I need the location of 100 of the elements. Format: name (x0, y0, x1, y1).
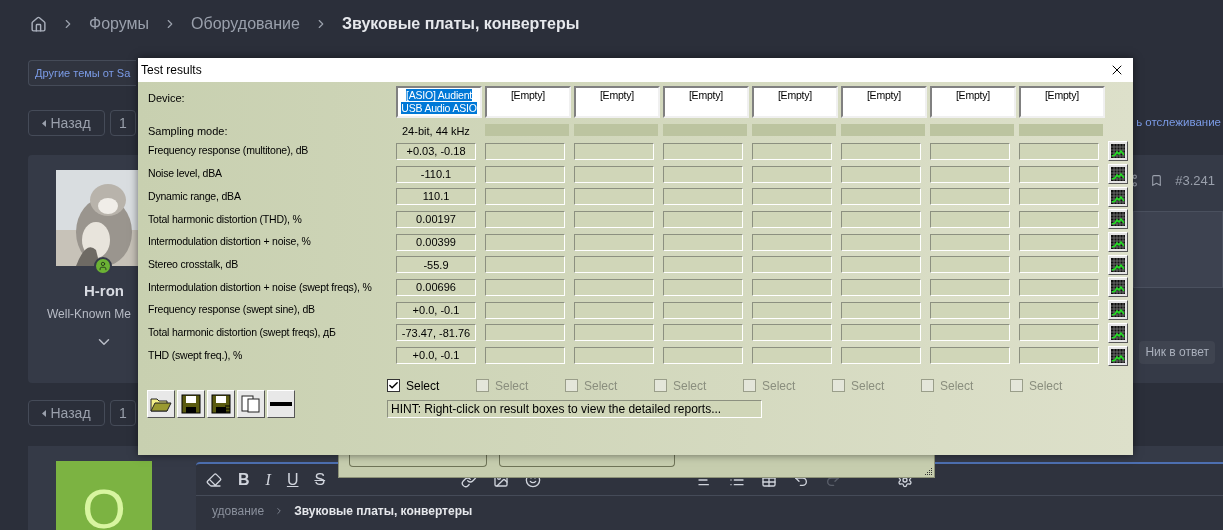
result-box[interactable]: 0.00696 (396, 278, 476, 296)
resize-grip-icon[interactable] (923, 466, 933, 476)
result-box[interactable] (574, 301, 654, 319)
graph-button[interactable] (1108, 322, 1128, 343)
copy-button[interactable] (237, 389, 265, 418)
save-button[interactable] (177, 389, 205, 418)
device-box[interactable]: [Empty] (1019, 86, 1105, 118)
result-box[interactable] (574, 347, 654, 365)
result-box[interactable] (841, 142, 921, 160)
format-button[interactable]: I (265, 467, 271, 492)
device-box[interactable]: [Empty] (841, 86, 927, 118)
result-box[interactable] (663, 256, 743, 274)
result-box[interactable] (930, 210, 1010, 228)
result-box[interactable] (841, 165, 921, 183)
result-box[interactable]: +0.0, -0.1 (396, 301, 476, 319)
result-box[interactable] (663, 233, 743, 251)
result-box[interactable] (752, 347, 832, 365)
line-button[interactable] (267, 389, 295, 418)
result-box[interactable] (1019, 347, 1099, 365)
result-box[interactable]: -73.47, -81.76 (396, 324, 476, 342)
result-box[interactable] (1019, 233, 1099, 251)
watch-link[interactable]: ь отслеживание (1136, 114, 1221, 132)
result-box[interactable]: 110.1 (396, 188, 476, 206)
result-box[interactable] (752, 256, 832, 274)
result-box[interactable] (841, 324, 921, 342)
result-box[interactable] (663, 278, 743, 296)
result-box[interactable] (930, 233, 1010, 251)
result-box[interactable] (663, 324, 743, 342)
back-button[interactable]: Назад (28, 110, 105, 136)
back-button[interactable]: Назад (28, 400, 105, 426)
other-topics-button[interactable]: Другие темы от Sa (28, 60, 136, 86)
result-box[interactable] (485, 347, 565, 365)
result-box[interactable] (485, 210, 565, 228)
result-box[interactable] (841, 347, 921, 365)
result-box[interactable] (930, 165, 1010, 183)
open-button[interactable] (147, 389, 175, 418)
result-box[interactable]: +0.03, -0.18 (396, 142, 476, 160)
graph-button[interactable] (1108, 209, 1128, 230)
format-button[interactable]: B (238, 467, 250, 492)
result-box[interactable] (752, 278, 832, 296)
result-box[interactable] (663, 165, 743, 183)
result-box[interactable] (574, 233, 654, 251)
result-box[interactable] (1019, 278, 1099, 296)
result-box[interactable] (485, 188, 565, 206)
result-box[interactable]: 0.00197 (396, 210, 476, 228)
breadcrumb-link[interactable]: Звуковые платы, конвертеры (341, 12, 580, 36)
result-box[interactable] (930, 188, 1010, 206)
result-box[interactable] (485, 165, 565, 183)
device-box[interactable]: [Empty] (930, 86, 1016, 118)
result-box[interactable] (841, 301, 921, 319)
result-box[interactable]: 0.00399 (396, 233, 476, 251)
result-box[interactable] (930, 256, 1010, 274)
breadcrumb-link[interactable]: Оборудование (191, 12, 300, 36)
result-box[interactable] (1019, 324, 1099, 342)
select-checkbox[interactable]: Select (387, 376, 476, 395)
result-box[interactable] (1019, 165, 1099, 183)
result-box[interactable] (485, 278, 565, 296)
result-box[interactable] (841, 278, 921, 296)
result-box[interactable] (574, 278, 654, 296)
result-box[interactable] (752, 210, 832, 228)
result-box[interactable] (574, 256, 654, 274)
result-box[interactable] (930, 142, 1010, 160)
result-box[interactable] (574, 142, 654, 160)
quote-button[interactable]: Ник в ответ (1139, 340, 1215, 364)
result-box[interactable] (663, 188, 743, 206)
result-box[interactable] (930, 278, 1010, 296)
graph-button[interactable] (1108, 141, 1128, 162)
result-box[interactable] (574, 188, 654, 206)
device-box[interactable]: [Empty] (663, 86, 749, 118)
result-box[interactable]: -110.1 (396, 165, 476, 183)
eraser-icon[interactable] (206, 471, 222, 488)
result-box[interactable] (485, 233, 565, 251)
graph-button[interactable] (1108, 277, 1128, 298)
post-number[interactable]: #3.241 (1175, 171, 1215, 191)
graph-button[interactable] (1108, 186, 1128, 207)
result-box[interactable] (1019, 210, 1099, 228)
result-box[interactable] (485, 142, 565, 160)
result-box[interactable] (930, 347, 1010, 365)
result-box[interactable] (485, 256, 565, 274)
graph-button[interactable] (1108, 300, 1128, 321)
result-box[interactable] (930, 324, 1010, 342)
result-box[interactable] (663, 301, 743, 319)
page-button[interactable]: 1 (110, 110, 136, 136)
result-box[interactable] (485, 324, 565, 342)
result-box[interactable] (752, 188, 832, 206)
result-box[interactable] (752, 165, 832, 183)
result-box[interactable] (841, 210, 921, 228)
result-box[interactable] (841, 233, 921, 251)
graph-button[interactable] (1108, 345, 1128, 366)
result-box[interactable] (752, 301, 832, 319)
result-box[interactable] (485, 301, 565, 319)
result-box[interactable] (752, 324, 832, 342)
result-box[interactable] (1019, 256, 1099, 274)
result-box[interactable] (574, 210, 654, 228)
result-box[interactable] (574, 165, 654, 183)
result-box[interactable] (663, 347, 743, 365)
result-box[interactable] (1019, 188, 1099, 206)
result-box[interactable] (841, 188, 921, 206)
result-box[interactable] (930, 301, 1010, 319)
bookmark-icon[interactable] (1150, 174, 1164, 188)
